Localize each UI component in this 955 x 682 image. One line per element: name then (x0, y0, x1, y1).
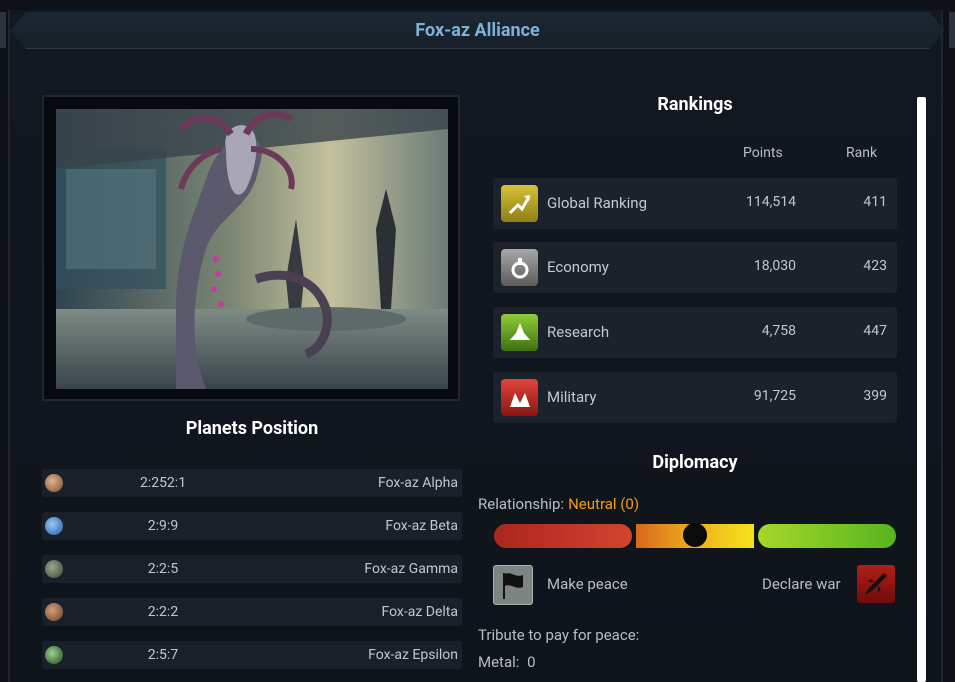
planet-icon (45, 646, 63, 664)
ranking-label: Economy (547, 258, 609, 276)
alien-portrait-illustration (56, 109, 448, 389)
relationship-bar-hostile (494, 524, 632, 548)
planet-coords: 2:9:9 (147, 518, 179, 534)
ranking-points: 4,758 (761, 323, 796, 339)
economy-icon (501, 249, 538, 286)
metal-value: 0 (527, 653, 536, 671)
window-title: Fox-az Alliance (415, 20, 540, 41)
ranking-rank: 447 (863, 323, 887, 339)
planets-section-title: Planets Position (185, 418, 319, 439)
planet-name: Fox-az Gamma (364, 561, 458, 577)
planet-row[interactable]: 2:2:5 Fox-az Gamma (42, 555, 462, 583)
points-column-header: Points (743, 145, 783, 161)
ranking-label: Military (547, 388, 597, 406)
research-icon (501, 314, 538, 351)
planet-row[interactable]: 2:252:1 Fox-az Alpha (42, 469, 462, 497)
make-peace-button[interactable] (493, 565, 533, 605)
declare-war-button[interactable] (857, 565, 895, 603)
scrollbar[interactable] (917, 97, 926, 682)
ranking-row-research[interactable]: Research 4,758 447 (493, 307, 897, 358)
ranking-rank: 399 (863, 388, 887, 404)
planet-coords: 2:252:1 (139, 475, 187, 491)
planet-name: Fox-az Alpha (377, 475, 458, 491)
ranking-row-economy[interactable]: Economy 18,030 423 (493, 242, 897, 293)
ranking-row-global[interactable]: Global Ranking 114,514 411 (493, 178, 897, 229)
relationship-value: Neutral (0) (568, 495, 640, 513)
relationship-bar-friendly (758, 524, 896, 548)
planet-name: Fox-az Delta (381, 604, 459, 620)
planet-coords: 2:2:5 (147, 561, 179, 577)
planet-name: Fox-az Beta (385, 518, 458, 534)
ranking-rank: 423 (863, 258, 887, 274)
rank-column-header: Rank (846, 145, 878, 161)
planet-icon (45, 474, 63, 492)
planet-icon (45, 603, 63, 621)
relationship-marker (683, 523, 707, 547)
rankings-title: Rankings (657, 94, 733, 115)
diplomacy-title: Diplomacy (652, 452, 738, 473)
relationship-label: Relationship: (478, 495, 565, 513)
ranking-label: Research (547, 323, 610, 341)
planet-coords: 2:2:2 (147, 604, 179, 620)
left-bracket (0, 12, 6, 48)
metal-label: Metal: (478, 653, 520, 671)
ranking-points: 114,514 (746, 194, 796, 210)
ranking-row-military[interactable]: Military 91,725 399 (493, 372, 897, 423)
title-bar: Fox-az Alliance (10, 12, 945, 49)
make-peace-label[interactable]: Make peace (547, 575, 628, 593)
relationship-row: Relationship: Neutral (0) (478, 495, 639, 513)
military-icon (501, 379, 538, 416)
planet-row[interactable]: 2:9:9 Fox-az Beta (42, 512, 462, 540)
planet-row[interactable]: 2:5:7 Fox-az Epsilon (42, 641, 462, 669)
planet-name: Fox-az Epsilon (368, 647, 458, 663)
tribute-label: Tribute to pay for peace: (478, 626, 640, 644)
ranking-points: 91,725 (753, 388, 796, 404)
ranking-points: 18,030 (753, 258, 796, 274)
planet-coords: 2:5:7 (147, 647, 179, 663)
global-ranking-icon (501, 185, 538, 222)
ranking-label: Global Ranking (547, 194, 648, 212)
flag-icon (503, 573, 523, 599)
planet-icon (45, 517, 63, 535)
metal-row: Metal: 0 (478, 653, 536, 671)
declare-war-label[interactable]: Declare war (762, 575, 841, 593)
planet-row[interactable]: 2:2:2 Fox-az Delta (42, 598, 462, 626)
planet-icon (45, 560, 63, 578)
rocket-icon (865, 573, 887, 595)
ranking-rank: 411 (863, 194, 887, 210)
alliance-portrait-image (56, 109, 448, 389)
alliance-portrait-frame (42, 95, 460, 401)
right-bracket (949, 12, 955, 48)
